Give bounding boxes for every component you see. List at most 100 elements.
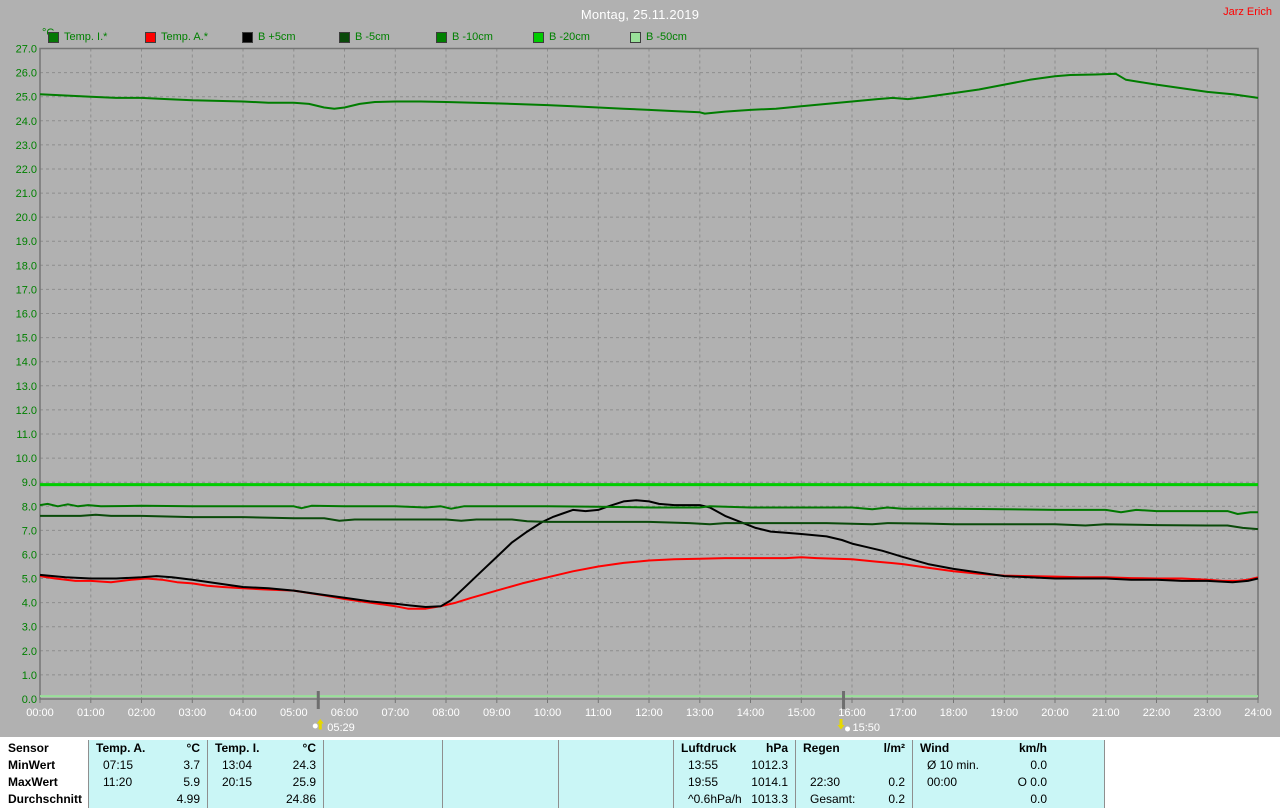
table-row: Gesamt: 0.2 [796, 791, 912, 808]
table-header-row [559, 740, 673, 757]
table-row: 24.86 [208, 791, 323, 808]
cell-time [566, 791, 573, 808]
table-row: 13:55 1012.3 [674, 757, 795, 774]
x-tick-label: 23:00 [1194, 707, 1222, 719]
cell-time [331, 791, 338, 808]
table-header-row: Wind km/h [913, 740, 1104, 757]
y-tick-label: 13.0 [16, 381, 37, 393]
y-tick-label: 4.0 [22, 598, 37, 610]
table-header-row: Temp. I. °C [208, 740, 323, 757]
cell-time [96, 791, 103, 808]
cell-value: 24.86 [285, 792, 316, 806]
table-row: 00:00 O 0.0 [913, 774, 1104, 791]
table-row: 0.0 [913, 791, 1104, 808]
table-row-label: Sensor [8, 741, 49, 755]
table-header-row [324, 740, 442, 757]
column-header: Temp. A. [96, 741, 146, 755]
y-tick-label: 10.0 [16, 453, 37, 465]
table-row: ^0.6hPa/h 1013.3 [674, 791, 795, 808]
table-header-row: Regen l/m² [796, 740, 912, 757]
cell-time [803, 757, 810, 774]
table-row: 20:15 25.9 [208, 774, 323, 791]
x-tick-label: 24:00 [1244, 707, 1272, 719]
y-tick-label: 2.0 [22, 646, 37, 658]
table-row [559, 791, 673, 808]
stats-table: Sensor MinWert MaxWert Durchschnitt Temp. A.… [0, 737, 1280, 810]
cell-time [331, 774, 338, 791]
sunset-icon [837, 719, 845, 730]
table-header-row [443, 740, 558, 757]
cell-time: 11:20 [103, 775, 133, 789]
table-section-wind: Wind km/h Ø 10 min. 0.0 00:00 O 0.0 0.0 [912, 740, 1105, 808]
y-tick-label: 11.0 [16, 429, 37, 441]
cell-time: 22:30 [810, 775, 841, 789]
column-header: Temp. I. [215, 741, 260, 755]
y-tick-label: 5.0 [22, 574, 37, 586]
cell-time: 13:55 [688, 758, 719, 772]
x-tick-label: 21:00 [1092, 707, 1120, 719]
y-tick-label: 6.0 [22, 549, 37, 561]
cell-time [566, 757, 573, 774]
x-tick-label: 11:00 [585, 707, 612, 719]
cell-value: 24.3 [292, 758, 316, 772]
cell-time: Ø 10 min. [927, 758, 980, 772]
column-unit: km/h [1018, 741, 1047, 755]
sunset-icon [845, 726, 851, 732]
column-unit: l/m² [883, 741, 905, 755]
x-tick-label: 10:00 [534, 707, 562, 719]
weather-app-window: Montag, 25.11.2019 Jarz Erich °C Temp. I… [0, 0, 1280, 810]
table-row [559, 774, 673, 791]
table-row: Ø 10 min. 0.0 [913, 757, 1104, 774]
sunset-time-label: 15:50 [853, 722, 881, 734]
table-row-labels-column: Sensor MinWert MaxWert Durchschnitt [0, 740, 88, 808]
table-row-label: MinWert [8, 758, 56, 772]
y-tick-label: 25.0 [16, 92, 37, 104]
x-tick-label: 13:00 [686, 707, 714, 719]
column-unit: °C [302, 741, 316, 755]
y-tick-label: 24.0 [16, 116, 37, 128]
table-section-luftdruck: Luftdruck hPa 13:55 1012.3 19:55 1014.1 ^0.6hP… [673, 740, 795, 808]
table-row: 19:55 1014.1 [674, 774, 795, 791]
cell-time: 07:15 [103, 758, 134, 772]
y-tick-label: 18.0 [16, 260, 37, 272]
x-tick-label: 08:00 [432, 707, 460, 719]
x-tick-label: 05:00 [280, 707, 308, 719]
cell-value: 0.0 [1030, 792, 1047, 806]
cell-time: 00:00 [927, 775, 958, 789]
table-header-row: Luftdruck hPa [674, 740, 795, 757]
y-tick-label: 12.0 [16, 405, 37, 417]
y-tick-label: 26.0 [16, 68, 37, 80]
table-section-empty-1 [323, 740, 442, 808]
y-tick-label: 17.0 [16, 284, 37, 296]
y-tick-label: 14.0 [16, 357, 37, 369]
column-unit: °C [186, 741, 200, 755]
table-header-row: Temp. A. °C [89, 740, 207, 757]
cell-value: 1012.3 [751, 758, 788, 772]
table-section-temp-a: Temp. A. °C 07:15 3.7 11:20 5.9 4.99 [88, 740, 207, 808]
y-tick-label: 1.0 [22, 670, 37, 682]
table-section-empty-3 [558, 740, 673, 808]
x-tick-label: 19:00 [991, 707, 1019, 719]
x-tick-label: 12:00 [635, 707, 663, 719]
cell-time [566, 774, 573, 791]
y-tick-label: 22.0 [16, 164, 37, 176]
table-row [324, 757, 442, 774]
y-tick-label: 0.0 [22, 694, 37, 706]
x-tick-label: 03:00 [179, 707, 207, 719]
table-row: 07:15 3.7 [89, 757, 207, 774]
table-row [443, 757, 558, 774]
y-tick-label: 27.0 [16, 44, 37, 56]
sunrise-icon [316, 719, 324, 730]
x-tick-label: 20:00 [1041, 707, 1069, 719]
cell-time [331, 757, 338, 774]
x-tick-label: 22:00 [1143, 707, 1171, 719]
y-tick-label: 8.0 [22, 501, 37, 513]
x-tick-label: 09:00 [483, 707, 511, 719]
table-row [796, 757, 912, 774]
table-row-label: Durchschnitt [8, 792, 83, 806]
table-row: 11:20 5.9 [89, 774, 207, 791]
y-tick-label: 9.0 [22, 477, 37, 489]
x-tick-label: 06:00 [331, 707, 359, 719]
table-row-label: MaxWert [8, 775, 58, 789]
x-tick-label: 18:00 [940, 707, 968, 719]
